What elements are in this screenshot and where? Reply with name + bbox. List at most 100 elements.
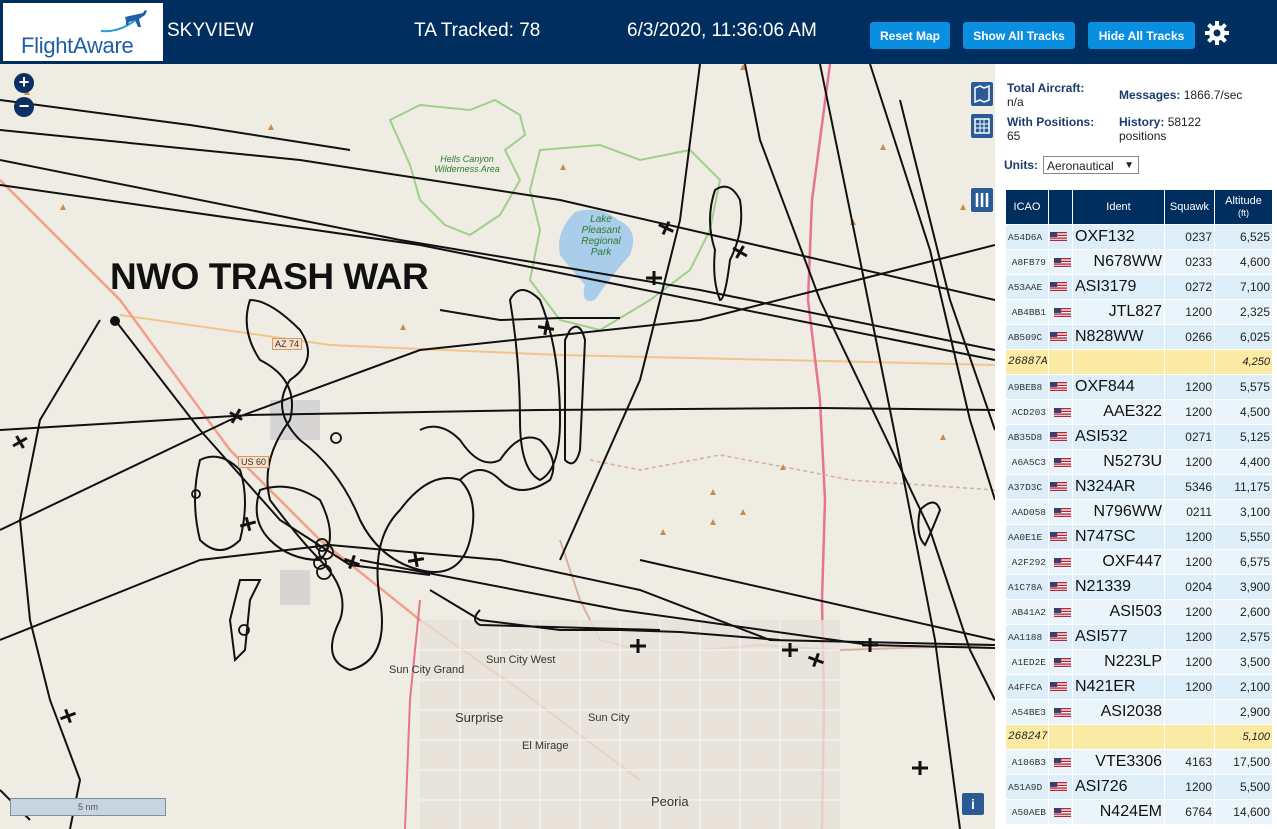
altitude-cell: 11,175 xyxy=(1214,474,1273,500)
ident-cell xyxy=(1072,349,1165,375)
col-icao[interactable]: ICAO xyxy=(1005,189,1049,225)
us-flag-icon xyxy=(1050,532,1067,542)
us-flag-icon xyxy=(1050,682,1067,692)
table-row[interactable]: ACD203 AAE322 1200 4,500 xyxy=(1005,399,1273,425)
with-positions-value: 65 xyxy=(1007,129,1021,143)
ident-cell: N747SC xyxy=(1072,524,1165,550)
info-icon[interactable]: i xyxy=(962,793,984,815)
history-value: 58122 xyxy=(1167,115,1202,129)
us-flag-icon xyxy=(1050,232,1067,242)
reset-map-button[interactable]: Reset Map xyxy=(870,22,950,49)
table-row[interactable]: A54BE3 ASI2038 2,900 xyxy=(1005,699,1273,725)
units-label: Units: xyxy=(1004,158,1038,172)
units-select[interactable]: Aeronautical ▼ xyxy=(1043,156,1139,174)
altitude-cell: 3,100 xyxy=(1214,499,1273,525)
ident-cell: ASI503 xyxy=(1072,599,1165,625)
show-all-tracks-button[interactable]: Show All Tracks xyxy=(963,22,1075,49)
altitude-cell: 2,575 xyxy=(1214,624,1273,650)
col-altitude[interactable]: Altitude (ft) xyxy=(1214,189,1273,225)
us-flag-icon xyxy=(1050,332,1067,342)
flag-cell xyxy=(1048,499,1073,525)
chevron-down-icon: ▼ xyxy=(1124,160,1134,171)
table-row[interactable]: A51A9D ASI726 1200 5,500 xyxy=(1005,774,1273,800)
altitude-cell: 14,600 xyxy=(1214,799,1273,825)
table-row[interactable]: AB35D8 ASI532 0271 5,125 xyxy=(1005,424,1273,450)
table-row[interactable]: AB41A2 ASI503 1200 2,600 xyxy=(1005,599,1273,625)
col-flag[interactable] xyxy=(1048,189,1073,225)
us-flag-icon xyxy=(1054,808,1071,818)
overlay-annotation: NWO TRASH WAR xyxy=(110,256,429,297)
map-layers-icon[interactable] xyxy=(971,82,993,106)
airplane-logo-icon xyxy=(100,10,147,33)
tracked-count: TA Tracked: 78 xyxy=(414,20,541,41)
col-squawk[interactable]: Squawk xyxy=(1164,189,1215,225)
table-row-non-flight[interactable]: 268247 5,100 xyxy=(1005,724,1273,750)
table-row[interactable]: AB509C N828WW 0266 6,025 xyxy=(1005,324,1273,350)
flag-cell xyxy=(1048,374,1073,400)
grid-toggle-icon[interactable] xyxy=(971,114,993,138)
flag-cell xyxy=(1048,749,1073,775)
ident-cell: N678WW xyxy=(1072,249,1165,275)
table-row[interactable]: A1ED2E N223LP 1200 3,500 xyxy=(1005,649,1273,675)
aircraft-table[interactable]: ICAO Ident Squawk Altitude (ft) A54D6A OXF… xyxy=(1005,189,1273,825)
squawk-cell: 0211 xyxy=(1164,499,1215,525)
icao-cell: A54D6A xyxy=(1005,224,1049,250)
scale-bar: 5 nm xyxy=(10,798,166,816)
squawk-cell: 5346 xyxy=(1164,474,1215,500)
table-row[interactable]: A50AEB N424EM 6764 14,600 xyxy=(1005,799,1273,825)
table-row[interactable]: AA0E1E N747SC 1200 5,550 xyxy=(1005,524,1273,550)
sun-city-label: Sun City xyxy=(588,712,630,724)
altitude-cell: 4,600 xyxy=(1214,249,1273,275)
ident-cell: N828WW xyxy=(1072,324,1165,350)
total-aircraft-value: n/a xyxy=(1007,95,1024,109)
altitude-cell: 5,100 xyxy=(1214,724,1273,750)
table-row[interactable]: A1C78A N21339 0204 3,900 xyxy=(1005,574,1273,600)
logo-text: FlightAware xyxy=(21,33,134,58)
zoom-out-button[interactable]: − xyxy=(14,97,34,117)
ident-cell: ASI2038 xyxy=(1072,699,1165,725)
table-row[interactable]: A37D3C N324AR 5346 11,175 xyxy=(1005,474,1273,500)
hide-all-tracks-button[interactable]: Hide All Tracks xyxy=(1088,22,1195,49)
current-datetime: 6/3/2020, 11:36:06 AM xyxy=(627,20,817,41)
altitude-cell: 7,100 xyxy=(1214,274,1273,300)
columns-toggle-icon[interactable] xyxy=(971,188,993,212)
flag-cell xyxy=(1048,599,1073,625)
map-view[interactable]: Hells Canyon Wilderness Area Lake Pleasa… xyxy=(0,64,995,829)
altitude-cell: 2,600 xyxy=(1214,599,1273,625)
flag-cell xyxy=(1048,774,1073,800)
us-flag-icon xyxy=(1054,508,1071,518)
squawk-cell: 4163 xyxy=(1164,749,1215,775)
table-row[interactable]: AA1188 ASI577 1200 2,575 xyxy=(1005,624,1273,650)
with-positions-stat: With Positions: 65 xyxy=(1007,115,1094,143)
icao-cell: A37D3C xyxy=(1005,474,1049,500)
history-label: History: xyxy=(1119,115,1165,129)
altitude-cell: 5,550 xyxy=(1214,524,1273,550)
table-row[interactable]: A106B3 VTE3306 4163 17,500 xyxy=(1005,749,1273,775)
squawk-cell: 1200 xyxy=(1164,649,1215,675)
squawk-cell: 1200 xyxy=(1164,399,1215,425)
ident-cell: OXF132 xyxy=(1072,224,1165,250)
table-row[interactable]: A54D6A OXF132 0237 6,525 xyxy=(1005,224,1273,250)
flag-cell xyxy=(1048,274,1073,300)
icao-cell: A8FB79 xyxy=(1005,249,1049,275)
table-row[interactable]: A4FFCA N421ER 1200 2,100 xyxy=(1005,674,1273,700)
flag-cell xyxy=(1048,699,1073,725)
table-row[interactable]: A6A5C3 N5273U 1200 4,400 xyxy=(1005,449,1273,475)
flag-cell xyxy=(1048,574,1073,600)
col-ident[interactable]: Ident xyxy=(1072,189,1165,225)
zoom-in-button[interactable]: + xyxy=(14,73,34,93)
table-header-row: ICAO Ident Squawk Altitude (ft) xyxy=(1005,189,1273,225)
table-row[interactable]: A2F292 OXF447 1200 6,575 xyxy=(1005,549,1273,575)
table-row[interactable]: A9BEB8 OXF844 1200 5,575 xyxy=(1005,374,1273,400)
history-unit: positions xyxy=(1119,129,1167,143)
ident-cell: VTE3306 xyxy=(1072,749,1165,775)
table-row-non-flight[interactable]: 26887A 4,250 xyxy=(1005,349,1273,375)
table-row[interactable]: AAD058 N796WW 0211 3,100 xyxy=(1005,499,1273,525)
table-row[interactable]: AB4BB1 JTL827 1200 2,325 xyxy=(1005,299,1273,325)
peoria-label: Peoria xyxy=(651,794,689,809)
altitude-cell: 4,400 xyxy=(1214,449,1273,475)
flightaware-logo[interactable]: FlightAware xyxy=(3,3,163,61)
gear-icon[interactable] xyxy=(1204,20,1230,46)
table-row[interactable]: A53AAE ASI3179 0272 7,100 xyxy=(1005,274,1273,300)
table-row[interactable]: A8FB79 N678WW 0233 4,600 xyxy=(1005,249,1273,275)
